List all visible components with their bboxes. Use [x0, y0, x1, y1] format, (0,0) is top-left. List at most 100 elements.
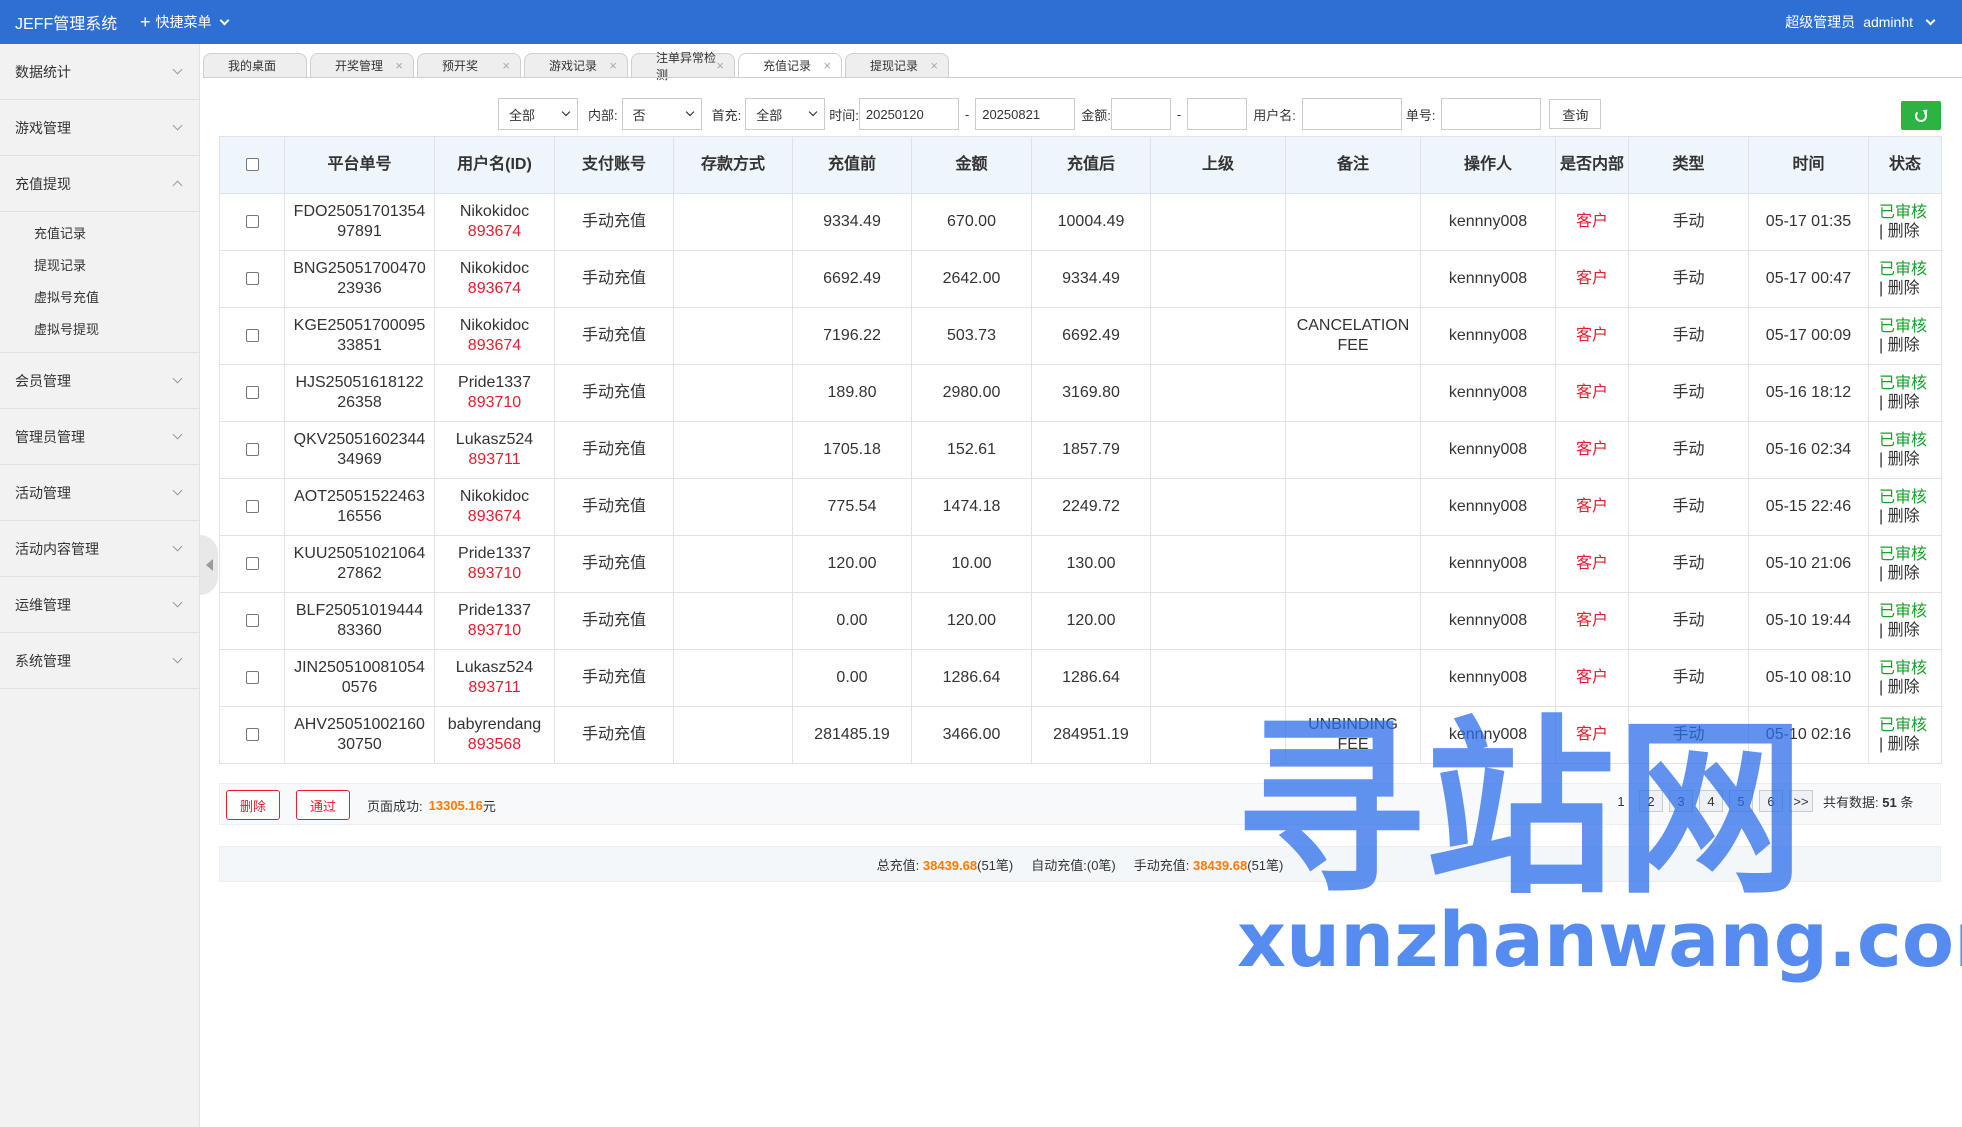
status-approved[interactable]: 已审核 [1879, 659, 1941, 678]
sidebar-item-activities[interactable]: 活动管理 [0, 465, 199, 521]
row-select-cell [219, 421, 285, 479]
tab-desktop[interactable]: 我的桌面 [203, 53, 307, 77]
first-deposit-select[interactable]: 全部 [745, 98, 826, 130]
sidebar-item-stats[interactable]: 数据统计 [0, 44, 199, 100]
tab-withdraw-records[interactable]: 提现记录 × [845, 53, 949, 77]
row-checkbox[interactable] [245, 386, 259, 400]
cell-after: 9334.49 [1031, 250, 1151, 308]
close-icon[interactable]: × [395, 58, 403, 73]
date-to-input[interactable]: 20250821 [975, 98, 1076, 130]
page-4[interactable]: 4 [1699, 790, 1723, 812]
tab-game-records[interactable]: 游戏记录 × [524, 53, 628, 77]
delete-link[interactable]: | 删除 [1879, 393, 1941, 412]
select-all-checkbox[interactable] [245, 158, 259, 172]
delete-link[interactable]: | 删除 [1879, 621, 1941, 640]
cell-type: 手动 [1628, 193, 1749, 251]
query-button[interactable]: 查询 [1549, 99, 1602, 129]
status-approved[interactable]: 已审核 [1879, 203, 1941, 222]
page-3[interactable]: 3 [1669, 790, 1693, 812]
status-approved[interactable]: 已审核 [1879, 488, 1941, 507]
delete-button[interactable]: 删除 [226, 790, 280, 820]
row-checkbox[interactable] [245, 671, 259, 685]
status-approved[interactable]: 已审核 [1879, 716, 1941, 735]
page-next[interactable]: >> [1789, 790, 1813, 812]
row-checkbox[interactable] [245, 614, 259, 628]
sidebar-subitem-withdraw-records[interactable]: 提现记录 [0, 250, 199, 282]
order-input[interactable] [1441, 98, 1542, 130]
row-select-cell [219, 478, 285, 536]
cell-parent [1150, 364, 1286, 422]
filter-bar: 全部 内部: 否 首充: 全部 时间: 20250120 - 20250821 … [498, 98, 1602, 130]
refresh-button[interactable] [1901, 101, 1941, 130]
tab-bet-anomaly[interactable]: 注单异常检测 × [631, 51, 735, 82]
user-id: 893711 [468, 679, 521, 696]
user-menu[interactable]: 超级管理员 adminht [1785, 0, 1936, 44]
delete-link[interactable]: | 删除 [1879, 564, 1941, 583]
close-icon[interactable]: × [716, 58, 724, 73]
close-icon[interactable]: × [823, 58, 831, 73]
status-approved[interactable]: 已审核 [1879, 431, 1941, 450]
app-brand: JEFF管理系统 [15, 16, 118, 33]
page-2[interactable]: 2 [1639, 790, 1663, 812]
close-icon[interactable]: × [930, 58, 938, 73]
type-select[interactable]: 全部 [498, 98, 578, 130]
status-approved[interactable]: 已审核 [1879, 374, 1941, 393]
col-note: 备注 [1285, 136, 1421, 194]
sidebar-item-deposit-withdraw[interactable]: 充值提现 [0, 156, 199, 212]
quick-menu-button[interactable]: + 快捷菜单 [140, 12, 229, 32]
row-checkbox[interactable] [245, 557, 259, 571]
page-6[interactable]: 6 [1759, 790, 1783, 812]
sidebar-collapse-handle[interactable] [200, 535, 218, 595]
user-id: 893710 [467, 394, 522, 411]
row-checkbox[interactable] [245, 443, 259, 457]
status-approved[interactable]: 已审核 [1879, 260, 1941, 279]
pass-button[interactable]: 通过 [296, 790, 350, 820]
tab-draw-management[interactable]: 开奖管理 × [310, 53, 414, 77]
row-checkbox[interactable] [245, 500, 259, 514]
user-name: Nikokidoc [459, 488, 530, 505]
internal-select[interactable]: 否 [621, 98, 702, 130]
tab-divider [203, 77, 1962, 78]
date-from-input[interactable]: 20250120 [858, 98, 959, 130]
cell-method [673, 364, 793, 422]
sidebar-item-ops[interactable]: 运维管理 [0, 577, 199, 633]
tab-deposit-records[interactable]: 充值记录 × [738, 53, 842, 77]
sidebar-subitem-virtual-deposit[interactable]: 虚拟号充值 [0, 282, 199, 314]
amount-to-input[interactable] [1187, 98, 1248, 130]
delete-link[interactable]: | 删除 [1879, 279, 1941, 298]
close-icon[interactable]: × [609, 58, 617, 73]
status-approved[interactable]: 已审核 [1879, 545, 1941, 564]
delete-link[interactable]: | 删除 [1879, 507, 1941, 526]
cell-time: 05-17 01:35 [1748, 193, 1869, 251]
chevron-down-icon [172, 597, 183, 608]
delete-link[interactable]: | 删除 [1879, 678, 1941, 697]
delete-link[interactable]: | 删除 [1879, 735, 1941, 754]
cell-note [1285, 535, 1421, 593]
close-icon[interactable]: × [502, 58, 510, 73]
sidebar-item-games[interactable]: 游戏管理 [0, 100, 199, 156]
sidebar-item-members[interactable]: 会员管理 [0, 353, 199, 409]
delete-link[interactable]: | 删除 [1879, 336, 1941, 355]
row-checkbox[interactable] [245, 728, 259, 742]
row-checkbox[interactable] [245, 215, 259, 229]
sidebar-item-system[interactable]: 系统管理 [0, 633, 199, 689]
cell-note [1285, 478, 1421, 536]
cell-time: 05-10 02:16 [1748, 706, 1869, 764]
page-1[interactable]: 1 [1609, 790, 1633, 812]
row-checkbox[interactable] [245, 329, 259, 343]
row-checkbox[interactable] [245, 272, 259, 286]
sidebar-subitem-deposit-records[interactable]: 充值记录 [0, 218, 199, 250]
sidebar-item-activity-content[interactable]: 活动内容管理 [0, 521, 199, 577]
status-approved[interactable]: 已审核 [1879, 317, 1941, 336]
sidebar-subitem-virtual-withdraw[interactable]: 虚拟号提现 [0, 314, 199, 346]
delete-link[interactable]: | 删除 [1879, 222, 1941, 241]
status-approved[interactable]: 已审核 [1879, 602, 1941, 621]
tab-pre-draw[interactable]: 预开奖 × [417, 53, 521, 77]
sidebar-item-admins[interactable]: 管理员管理 [0, 409, 199, 465]
page-5[interactable]: 5 [1729, 790, 1753, 812]
username-input[interactable] [1301, 98, 1402, 130]
cell-operator: kennny008 [1420, 193, 1556, 251]
customer-badge: 客户 [1575, 270, 1608, 287]
delete-link[interactable]: | 删除 [1879, 450, 1941, 469]
amount-from-input[interactable] [1110, 98, 1171, 130]
